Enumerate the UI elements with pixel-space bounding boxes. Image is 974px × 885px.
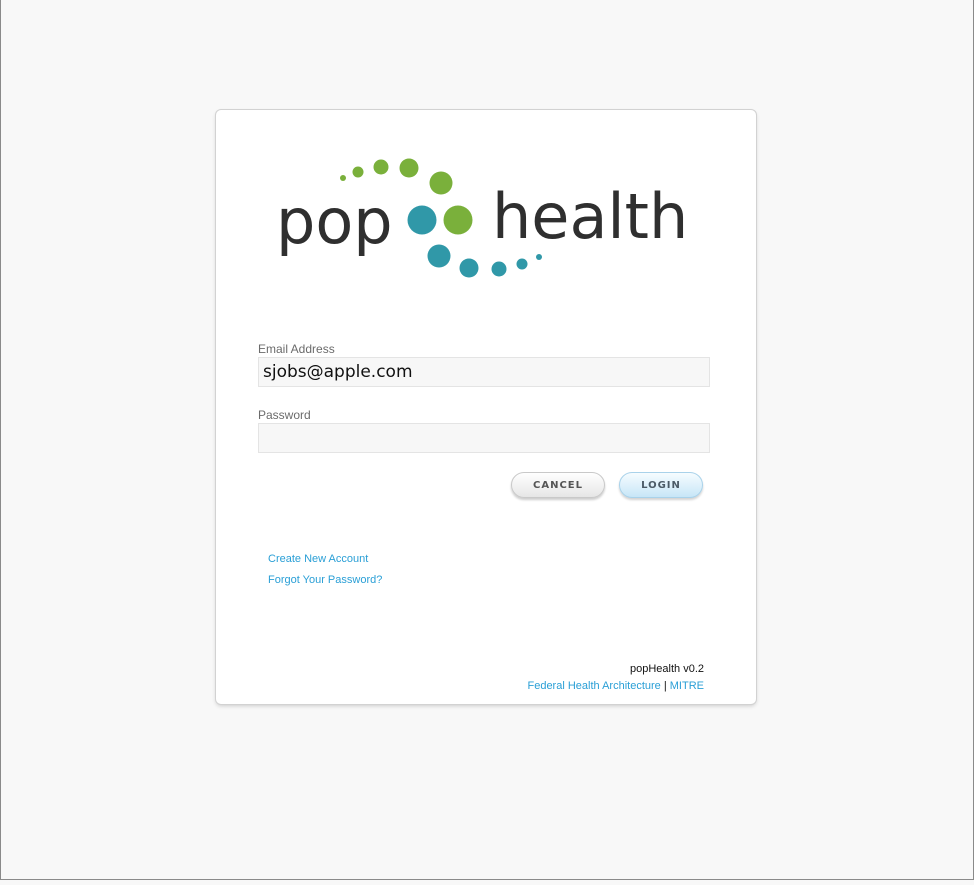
- email-field[interactable]: [258, 357, 710, 387]
- version-text: popHealth v0.2: [630, 663, 704, 675]
- pophealth-logo: pop health: [276, 158, 688, 278]
- footer-separator: |: [663, 680, 667, 692]
- cancel-button[interactable]: CANCEL: [511, 472, 605, 498]
- password-label: Password: [258, 408, 311, 422]
- login-button[interactable]: LOGIN: [619, 472, 703, 498]
- forgot-password-link[interactable]: Forgot Your Password?: [268, 574, 382, 586]
- logo-word-pop: pop: [276, 185, 393, 258]
- footer-links: Federal Health Architecture | MITRE: [527, 680, 704, 692]
- email-label: Email Address: [258, 342, 335, 356]
- create-account-link[interactable]: Create New Account: [268, 553, 368, 565]
- logo-word-health: health: [492, 180, 688, 253]
- fha-link[interactable]: Federal Health Architecture: [527, 680, 660, 692]
- password-field[interactable]: [258, 423, 710, 453]
- mitre-link[interactable]: MITRE: [670, 680, 704, 692]
